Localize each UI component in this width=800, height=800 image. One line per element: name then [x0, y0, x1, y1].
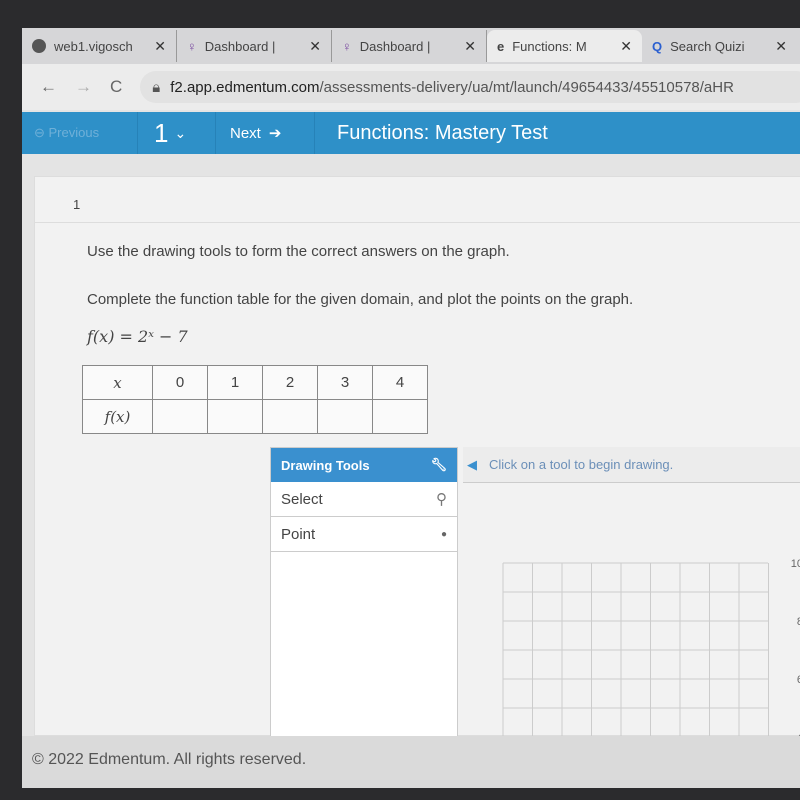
- tab-label: web1.vigosch: [54, 38, 133, 54]
- nav-bar: ⊖ Previous 1 ⌄ Next ➔ Functions: Mastery T…: [22, 112, 800, 154]
- close-icon[interactable]: ✕: [464, 38, 476, 55]
- wrench-icon[interactable]: 🔧︎: [430, 457, 447, 473]
- instruction-text: Use the drawing tools to form the correc…: [87, 243, 510, 260]
- screen: web1.vigosch ✕ ♀ Dashboard | ✕ ♀ Dashboard |…: [22, 28, 800, 788]
- next-label: Next: [230, 124, 261, 142]
- question-select[interactable]: 1 ⌄: [137, 112, 215, 154]
- close-icon[interactable]: ✕: [620, 38, 632, 55]
- tab-label: Dashboard |: [359, 38, 431, 54]
- function-table: x01234 f(x): [82, 365, 428, 434]
- forward-icon[interactable]: →: [75, 77, 92, 97]
- prompt-text: Complete the function table for the give…: [87, 291, 634, 308]
- tab-label: Dashboard |: [204, 38, 276, 54]
- browser-tab[interactable]: ♀ Dashboard | ✕: [332, 30, 487, 62]
- question-number: 1: [154, 117, 169, 148]
- tool-point[interactable]: Point ●: [271, 517, 457, 552]
- browser-tab[interactable]: web1.vigosch ✕: [22, 30, 177, 62]
- function-formula: f(x) = 2ˣ − 7: [87, 327, 188, 346]
- reload-icon[interactable]: C: [110, 77, 122, 97]
- tool-label: Point: [281, 525, 316, 543]
- lock-icon: 🔒︎: [152, 78, 161, 96]
- arrow-circle-icon: ➔: [268, 125, 282, 142]
- divider: [35, 222, 800, 223]
- drawing-tools-title: Drawing Tools: [281, 457, 370, 473]
- x-header: x: [82, 365, 153, 400]
- bulb-icon: ♀: [342, 38, 352, 54]
- collapse-arrow-icon[interactable]: ◀: [467, 457, 477, 473]
- tool-hint-bar: ◀ Click on a tool to begin drawing.: [463, 447, 800, 483]
- table-row-x: x01234: [82, 365, 428, 400]
- close-icon[interactable]: ✕: [154, 38, 166, 55]
- next-button[interactable]: Next ➔: [215, 112, 315, 154]
- select-cursor-icon: ⚲: [436, 491, 447, 508]
- tab-label: Search Quizi: [670, 38, 745, 54]
- drawing-tools-header: Drawing Tools 🔧︎: [271, 448, 457, 482]
- hint-text: Click on a tool to begin drawing.: [489, 457, 674, 472]
- grid: [502, 562, 769, 743]
- graph-canvas[interactable]: 10864: [463, 483, 800, 743]
- address-bar-row: ← → C 🔒︎ f2.app.edmentum.com/assessments-de…: [22, 64, 800, 110]
- question-card: 1 Use the drawing tools to form the corr…: [34, 176, 800, 743]
- tab-strip: web1.vigosch ✕ ♀ Dashboard | ✕ ♀ Dashboard |…: [22, 28, 800, 64]
- back-icon[interactable]: ←: [40, 77, 57, 97]
- x-cell: 4: [372, 365, 428, 400]
- url-field[interactable]: 🔒︎ f2.app.edmentum.com/assessments-delive…: [140, 71, 800, 103]
- chevron-down-icon: ⌄: [174, 124, 187, 141]
- browser-tab[interactable]: ♀ Dashboard | ✕: [177, 30, 332, 62]
- browser-tab-active[interactable]: e Functions: M ✕: [487, 30, 642, 62]
- tool-label: Select: [281, 490, 323, 508]
- y-ticks: 10864: [791, 558, 800, 743]
- question-number-label: 1: [73, 197, 81, 212]
- point-icon: ●: [440, 528, 447, 540]
- edmentum-icon: e: [497, 38, 505, 54]
- fx-input[interactable]: [317, 399, 373, 434]
- close-icon[interactable]: ✕: [775, 38, 787, 55]
- previous-label: Previous: [48, 125, 100, 140]
- fx-input[interactable]: [262, 399, 318, 434]
- y-tick-label: 10: [791, 558, 800, 570]
- tab-label: Functions: M: [512, 38, 587, 54]
- tool-select[interactable]: Select ⚲: [271, 482, 457, 517]
- url-host: f2.app.edmentum.com: [170, 78, 320, 96]
- quizizz-icon: Q: [652, 38, 663, 54]
- table-row-fx: f(x): [82, 399, 428, 434]
- fx-input[interactable]: [207, 399, 263, 434]
- x-cell: 0: [152, 365, 208, 400]
- close-icon[interactable]: ✕: [309, 38, 321, 55]
- globe-icon: [32, 39, 46, 53]
- page-title: Functions: Mastery Test: [337, 121, 548, 144]
- browser-tab[interactable]: Q Search Quizi ✕: [642, 30, 797, 62]
- drawing-tools-panel: Drawing Tools 🔧︎ Select ⚲ Point ●: [270, 447, 458, 737]
- url-path: /assessments-delivery/ua/mt/launch/49654…: [319, 78, 734, 96]
- fx-input[interactable]: [372, 399, 428, 434]
- footer-copyright: © 2022 Edmentum. All rights reserved.: [22, 736, 800, 788]
- x-cell: 1: [207, 365, 263, 400]
- x-cell: 3: [317, 365, 373, 400]
- bulb-icon: ♀: [187, 38, 197, 54]
- previous-button[interactable]: ⊖ Previous: [22, 125, 137, 141]
- fx-input[interactable]: [152, 399, 208, 434]
- x-cell: 2: [262, 365, 318, 400]
- fx-header: f(x): [82, 399, 153, 434]
